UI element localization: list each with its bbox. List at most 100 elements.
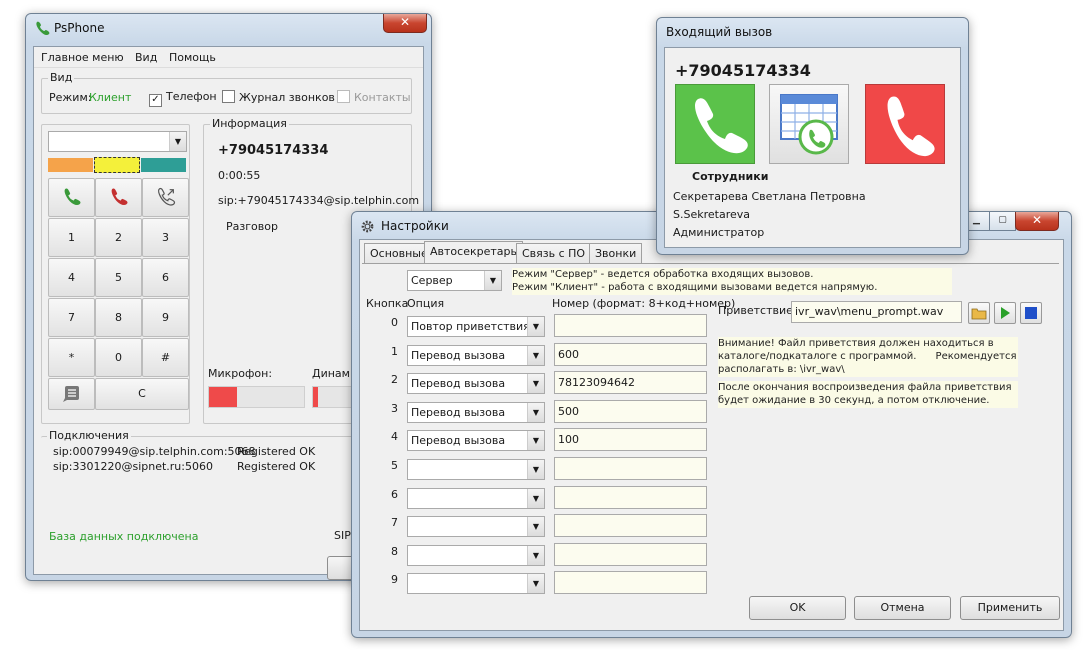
phone-hangup-icon — [111, 188, 127, 206]
incoming-call-window: Входящий вызов +79045174334 Сотрудники С… — [656, 17, 969, 255]
swatch-orange[interactable] — [48, 158, 93, 172]
key-4[interactable]: 4 — [48, 258, 95, 297]
chevron-down-icon[interactable]: ▼ — [527, 545, 544, 565]
cancel-button[interactable]: Отмена — [854, 596, 951, 620]
speaker-level-bar — [312, 386, 354, 408]
ok-button[interactable]: OK — [749, 596, 846, 620]
apply-button[interactable]: Применить — [960, 596, 1060, 620]
open-folder-icon[interactable] — [968, 302, 990, 324]
greeting-timeout-line: После окончания воспроизведения файла пр… — [718, 382, 1012, 393]
tab-calls[interactable]: Звонки — [589, 243, 643, 264]
menu-view[interactable]: Вид — [135, 51, 157, 64]
ivr-number-input[interactable] — [554, 542, 707, 566]
phone-transfer-icon — [157, 187, 175, 206]
psphone-titlebar[interactable]: PsPhone ✕ — [26, 14, 431, 42]
ivr-option-select[interactable]: Перевод вызова ▼ — [407, 401, 545, 423]
chevron-down-icon[interactable]: ▼ — [527, 460, 544, 479]
notes-key[interactable] — [48, 378, 95, 410]
key-3[interactable]: 3 — [142, 218, 189, 257]
tab-autosecretary[interactable]: Автосекретарь — [424, 241, 523, 264]
clear-key[interactable]: C — [95, 378, 189, 410]
menu-main[interactable]: Главное меню — [41, 51, 124, 64]
greeting-label: Приветствие: — [718, 304, 797, 317]
swatch-yellow[interactable] — [94, 157, 140, 173]
menu-help[interactable]: Помощь — [169, 51, 216, 64]
greeting-input[interactable]: ivr_wav\menu_prompt.wav — [791, 301, 962, 323]
contacts-checkbox[interactable]: Контакты — [337, 90, 411, 104]
info-title: Информация — [210, 117, 289, 130]
checkbox-box — [337, 90, 350, 103]
ivr-number-input[interactable]: 100 — [554, 428, 707, 452]
mode-select[interactable]: Сервер ▼ — [407, 270, 502, 291]
reject-call-button[interactable] — [865, 84, 945, 164]
ivr-key-label: 5 — [391, 459, 398, 472]
ivr-key-label: 9 — [391, 573, 398, 587]
answer-key[interactable] — [48, 178, 95, 217]
ivr-number-input[interactable] — [554, 457, 707, 480]
key-5[interactable]: 5 — [95, 258, 142, 297]
tab-software-link[interactable]: Связь с ПО — [516, 243, 592, 264]
maximize-button[interactable]: ▢ — [989, 212, 1016, 231]
ivr-number-input[interactable]: 600 — [554, 342, 707, 366]
checkbox-box — [222, 90, 235, 103]
ivr-number-input[interactable] — [554, 314, 707, 337]
key-star[interactable]: * — [48, 338, 95, 377]
menu-bar: Главное меню Вид Помощь — [34, 47, 423, 68]
calllog-checkbox[interactable]: Журнал звонков — [222, 90, 335, 104]
col-option-header: Опция — [407, 297, 445, 310]
chevron-down-icon[interactable]: ▼ — [527, 402, 544, 422]
key-1[interactable]: 1 — [48, 218, 95, 257]
ivr-option-select[interactable]: ▼ — [407, 459, 545, 480]
chevron-down-icon[interactable]: ▼ — [527, 317, 544, 336]
key-0[interactable]: 0 — [95, 338, 142, 377]
calendar-phone-icon — [780, 94, 838, 155]
settings-title: Настройки — [381, 219, 449, 233]
ivr-number-input[interactable] — [554, 514, 707, 538]
ivr-option-select[interactable]: ▼ — [407, 516, 545, 538]
ivr-option-select[interactable]: Перевод вызова ▼ — [407, 344, 545, 366]
ivr-option-select[interactable]: Повтор приветствия ▼ — [407, 316, 545, 337]
chevron-down-icon[interactable]: ▼ — [527, 517, 544, 537]
chevron-down-icon[interactable]: ▼ — [527, 374, 544, 394]
ivr-option-select[interactable]: Перевод вызова ▼ — [407, 430, 545, 452]
ivr-number-input[interactable]: 78123094642 — [554, 371, 707, 395]
chevron-down-icon[interactable]: ▼ — [169, 132, 186, 151]
key-9[interactable]: 9 — [142, 298, 189, 337]
key-2[interactable]: 2 — [95, 218, 142, 257]
chevron-down-icon[interactable]: ▼ — [527, 345, 544, 365]
mode-note-server: Режим "Сервер" - ведется обработка входя… — [512, 269, 814, 280]
ivr-option-select[interactable]: ▼ — [407, 573, 545, 595]
chevron-down-icon[interactable]: ▼ — [484, 271, 501, 290]
mode-label: Режим: — [49, 91, 92, 104]
psphone-close-button[interactable]: ✕ — [383, 14, 427, 33]
phone-checkbox[interactable]: ✓ Телефон — [149, 90, 217, 107]
ivr-number-input[interactable] — [554, 485, 707, 509]
chevron-down-icon[interactable]: ▼ — [527, 488, 544, 508]
swatch-teal[interactable] — [141, 158, 186, 172]
ivr-number-input[interactable] — [554, 571, 707, 595]
contacts-card-button[interactable] — [769, 84, 849, 164]
number-combo[interactable]: ▼ — [48, 131, 187, 152]
accept-call-button[interactable] — [675, 84, 755, 164]
key-hash[interactable]: # — [142, 338, 189, 377]
chevron-down-icon[interactable]: ▼ — [527, 431, 544, 451]
view-group: Вид Режим: Клиент ✓ Телефон Журнал звонко… — [41, 71, 412, 114]
chevron-down-icon[interactable]: ▼ — [527, 574, 544, 594]
ivr-option-select[interactable]: ▼ — [407, 544, 545, 566]
incoming-titlebar[interactable]: Входящий вызов — [657, 18, 968, 46]
stop-icon[interactable] — [1020, 302, 1042, 324]
hangup-key[interactable] — [95, 178, 142, 217]
play-icon[interactable] — [994, 302, 1016, 324]
key-6[interactable]: 6 — [142, 258, 189, 297]
key-7[interactable]: 7 — [48, 298, 95, 337]
transfer-key[interactable] — [142, 178, 189, 217]
caller-name: Секретарева Светлана Петровна — [673, 190, 866, 203]
key-8[interactable]: 8 — [95, 298, 142, 337]
settings-close-button[interactable]: ✕ — [1015, 212, 1059, 231]
ivr-option-select[interactable]: Перевод вызова ▼ — [407, 373, 545, 395]
ivr-number-input[interactable]: 500 — [554, 399, 707, 423]
ivr-number-value: 100 — [558, 433, 579, 447]
ivr-key-label: 4 — [391, 430, 398, 444]
ivr-option-select[interactable]: ▼ — [407, 487, 545, 509]
ivr-option-value: Перевод вызова — [411, 434, 506, 448]
